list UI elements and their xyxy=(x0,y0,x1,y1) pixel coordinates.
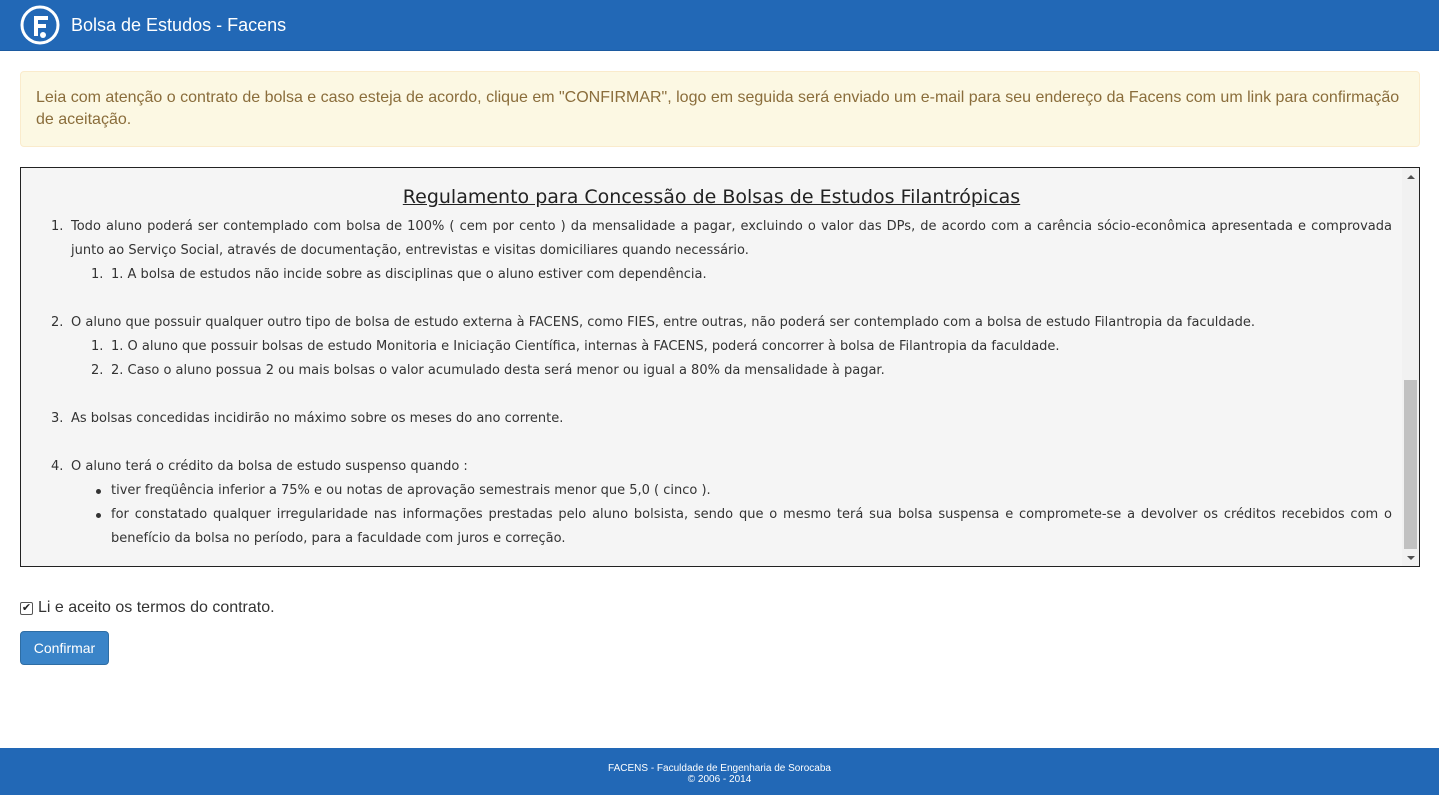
checkmark-icon: ✔ xyxy=(21,601,32,614)
confirm-button[interactable]: Confirmar xyxy=(20,631,109,665)
contract-content: Regulamento para Concessão de Bolsas de … xyxy=(21,168,1402,566)
item-number: 2. xyxy=(51,315,64,330)
page-footer: FACENS - Faculdade de Engenharia de Soro… xyxy=(0,748,1439,795)
sub-item-text: 1. O aluno que possuir bolsas de estudo … xyxy=(111,339,1060,354)
contract-title: Regulamento para Concessão de Bolsas de … xyxy=(402,186,1021,208)
contract-scrollbar[interactable] xyxy=(1402,168,1419,566)
item-text: Todo aluno poderá ser contemplado com bo… xyxy=(71,219,1392,258)
sub-item: 1. 1. A bolsa de estudos não incide sobr… xyxy=(91,263,1392,287)
sub-item: 2. 2. Caso o aluno possua 2 ou mais bols… xyxy=(91,359,1392,383)
scroll-up-arrow-icon[interactable] xyxy=(1402,168,1419,185)
item-number: 4. xyxy=(51,459,64,474)
contract-box[interactable]: Regulamento para Concessão de Bolsas de … xyxy=(20,167,1420,567)
footer-institution: FACENS - Faculdade de Engenharia de Soro… xyxy=(608,763,831,774)
item-number: 3. xyxy=(51,411,64,426)
regulation-item: 4. O aluno terá o crédito da bolsa de es… xyxy=(51,455,1392,551)
bullet-item: for constatado qualquer irregularidade n… xyxy=(91,503,1392,551)
item-text: As bolsas concedidas incidirão no máximo… xyxy=(71,411,564,426)
regulation-item: 1. Todo aluno poderá ser contemplado com… xyxy=(51,215,1392,287)
scroll-down-arrow-icon[interactable] xyxy=(1402,549,1419,566)
item-text: O aluno terá o crédito da bolsa de estud… xyxy=(71,459,468,474)
sub-item-number: 1. xyxy=(91,339,104,354)
top-navbar: Bolsa de Estudos - Facens xyxy=(0,0,1439,51)
scroll-thumb[interactable] xyxy=(1404,380,1417,549)
sub-item: 1. 1. O aluno que possuir bolsas de estu… xyxy=(91,335,1392,359)
item-text: O aluno que possuir qualquer outro tipo … xyxy=(71,315,1256,330)
sub-list: 1. 1. A bolsa de estudos não incide sobr… xyxy=(91,263,1392,287)
facens-logo-icon[interactable] xyxy=(20,5,60,45)
instruction-alert: Leia com atenção o contrato de bolsa e c… xyxy=(20,71,1420,147)
regulation-item: 2. O aluno que possuir qualquer outro ti… xyxy=(51,311,1392,383)
agree-label[interactable]: Li e aceito os termos do contrato. xyxy=(38,599,275,617)
sub-item-number: 2. xyxy=(91,363,104,378)
sub-item-text: 2. Caso o aluno possua 2 ou mais bolsas … xyxy=(111,363,885,378)
sub-list: 1. 1. O aluno que possuir bolsas de estu… xyxy=(91,335,1392,383)
agree-terms-row[interactable]: ✔ Li e aceito os termos do contrato. xyxy=(20,599,275,617)
alert-text: Leia com atenção o contrato de bolsa e c… xyxy=(36,89,1400,128)
bullet-item: tiver freqüência inferior a 75% e ou not… xyxy=(91,479,1392,503)
sub-item-text: 1. A bolsa de estudos não incide sobre a… xyxy=(111,267,707,282)
agree-checkbox[interactable]: ✔ xyxy=(20,601,33,615)
app-title[interactable]: Bolsa de Estudos - Facens xyxy=(71,15,286,36)
regulation-item: 3. As bolsas concedidas incidirão no máx… xyxy=(51,407,1392,431)
sub-item-number: 1. xyxy=(91,267,104,282)
footer-copyright: © 2006 - 2014 xyxy=(687,774,752,785)
item-number: 1. xyxy=(51,219,64,234)
bullet-list: tiver freqüência inferior a 75% e ou not… xyxy=(91,479,1392,551)
regulation-list: 1. Todo aluno poderá ser contemplado com… xyxy=(51,215,1392,551)
